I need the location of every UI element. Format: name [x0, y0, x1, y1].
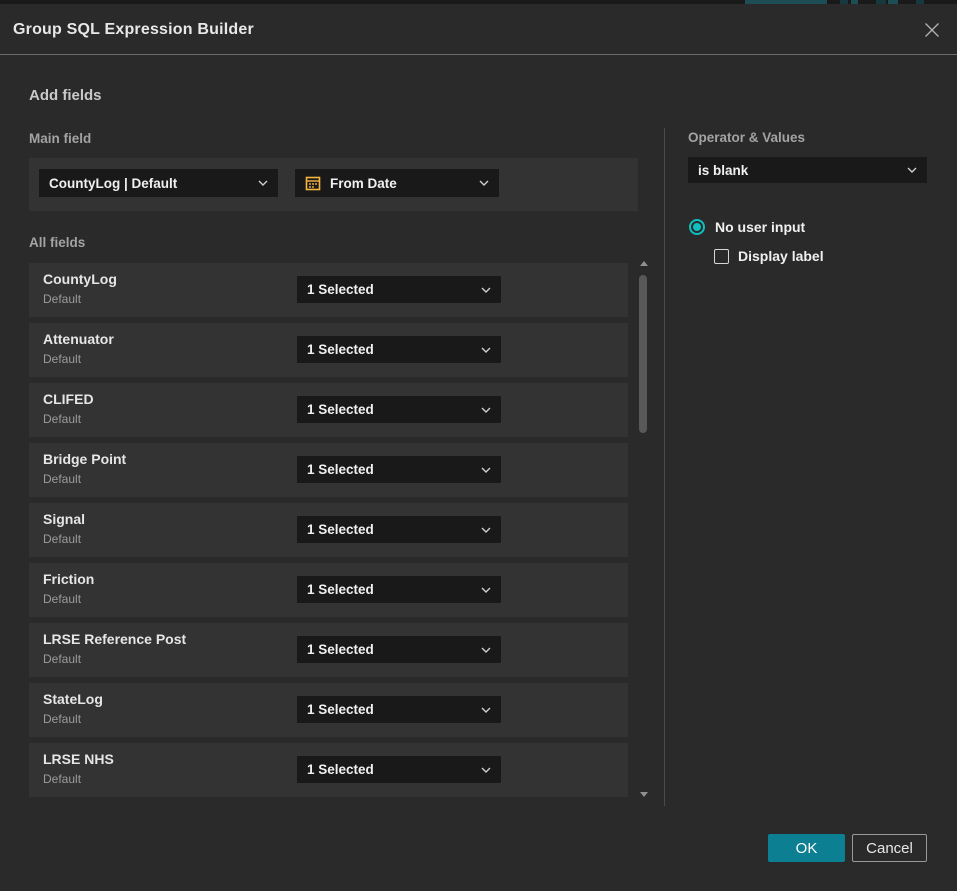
field-type-label: Default	[43, 592, 81, 606]
field-selection-value: 1 Selected	[307, 642, 475, 657]
chevron-down-icon	[481, 287, 491, 293]
field-selection-dropdown[interactable]: 1 Selected	[297, 276, 501, 303]
screen: Group SQL Expression Builder Add fields …	[0, 0, 957, 891]
field-row: Attenuator Default 1 Selected	[29, 323, 628, 377]
calendar-date-icon	[305, 175, 321, 191]
field-name: CountyLog	[43, 271, 117, 287]
all-fields-list: CountyLog Default 1 Selected Attenuator …	[29, 263, 628, 803]
chevron-down-icon	[481, 407, 491, 413]
main-field-label: Main field	[29, 131, 91, 146]
field-type-label: Default	[43, 412, 81, 426]
field-selection-value: 1 Selected	[307, 462, 475, 477]
main-field-dropdown[interactable]: From Date	[295, 169, 499, 197]
field-selection-value: 1 Selected	[307, 402, 475, 417]
field-type-label: Default	[43, 352, 81, 366]
chevron-down-icon	[481, 707, 491, 713]
chevron-down-icon	[907, 167, 917, 173]
field-selection-value: 1 Selected	[307, 702, 475, 717]
no-user-input-option: No user input	[689, 219, 805, 235]
field-selection-value: 1 Selected	[307, 762, 475, 777]
operator-dropdown[interactable]: is blank	[688, 157, 927, 183]
checkbox-unchecked-icon[interactable]	[714, 249, 729, 264]
field-selection-value: 1 Selected	[307, 522, 475, 537]
column-divider	[664, 128, 665, 806]
field-row: Bridge Point Default 1 Selected	[29, 443, 628, 497]
field-selection-value: 1 Selected	[307, 582, 475, 597]
radio-selected-icon[interactable]	[689, 219, 705, 235]
field-row: LRSE NHS Default 1 Selected	[29, 743, 628, 797]
field-selection-dropdown[interactable]: 1 Selected	[297, 396, 501, 423]
dialog-header: Group SQL Expression Builder	[0, 4, 957, 55]
chevron-down-icon	[481, 647, 491, 653]
field-selection-dropdown[interactable]: 1 Selected	[297, 336, 501, 363]
chevron-down-icon	[258, 180, 268, 186]
add-fields-heading: Add fields	[29, 87, 102, 104]
field-type-label: Default	[43, 472, 81, 486]
layer-dropdown[interactable]: CountyLog | Default	[39, 169, 278, 197]
dialog-title: Group SQL Expression Builder	[13, 4, 254, 55]
close-icon[interactable]	[922, 20, 942, 40]
scrollbar-thumb[interactable]	[639, 275, 647, 433]
chevron-down-icon	[479, 180, 489, 186]
main-field-panel: CountyLog | Default From Date	[29, 158, 638, 211]
field-type-label: Default	[43, 652, 81, 666]
field-selection-dropdown[interactable]: 1 Selected	[297, 756, 501, 783]
field-name: LRSE Reference Post	[43, 631, 186, 647]
field-selection-value: 1 Selected	[307, 282, 475, 297]
chevron-down-icon	[481, 527, 491, 533]
display-label-option: Display label	[714, 248, 824, 264]
field-selection-dropdown[interactable]: 1 Selected	[297, 636, 501, 663]
field-row: LRSE Reference Post Default 1 Selected	[29, 623, 628, 677]
field-row: StateLog Default 1 Selected	[29, 683, 628, 737]
scrollbar-down-arrow-icon[interactable]	[640, 792, 648, 797]
all-fields-label: All fields	[29, 235, 85, 250]
cancel-button[interactable]: Cancel	[852, 834, 927, 862]
field-selection-dropdown[interactable]: 1 Selected	[297, 516, 501, 543]
field-row: Friction Default 1 Selected	[29, 563, 628, 617]
field-name: Signal	[43, 511, 85, 527]
field-row: Signal Default 1 Selected	[29, 503, 628, 557]
field-type-label: Default	[43, 712, 81, 726]
chevron-down-icon	[481, 467, 491, 473]
field-type-label: Default	[43, 292, 81, 306]
group-sql-expression-builder-dialog: Group SQL Expression Builder Add fields …	[0, 4, 957, 891]
operator-values-label: Operator & Values	[688, 130, 805, 145]
operator-dropdown-value: is blank	[698, 163, 901, 178]
field-row: CLIFED Default 1 Selected	[29, 383, 628, 437]
layer-dropdown-value: CountyLog | Default	[49, 176, 252, 191]
field-row: CountyLog Default 1 Selected	[29, 263, 628, 317]
field-name: Bridge Point	[43, 451, 126, 467]
field-selection-value: 1 Selected	[307, 342, 475, 357]
display-label-label: Display label	[738, 248, 824, 264]
no-user-input-label: No user input	[715, 219, 805, 235]
field-selection-dropdown[interactable]: 1 Selected	[297, 696, 501, 723]
field-name: Friction	[43, 571, 94, 587]
field-type-label: Default	[43, 532, 81, 546]
chevron-down-icon	[481, 347, 491, 353]
field-name: LRSE NHS	[43, 751, 114, 767]
scrollbar-up-arrow-icon[interactable]	[640, 261, 648, 266]
chevron-down-icon	[481, 587, 491, 593]
field-name: CLIFED	[43, 391, 94, 407]
field-name: Attenuator	[43, 331, 114, 347]
field-name: StateLog	[43, 691, 103, 707]
chevron-down-icon	[481, 767, 491, 773]
main-field-dropdown-value: From Date	[330, 176, 473, 191]
field-selection-dropdown[interactable]: 1 Selected	[297, 576, 501, 603]
field-type-label: Default	[43, 772, 81, 786]
field-selection-dropdown[interactable]: 1 Selected	[297, 456, 501, 483]
ok-button[interactable]: OK	[768, 834, 845, 862]
